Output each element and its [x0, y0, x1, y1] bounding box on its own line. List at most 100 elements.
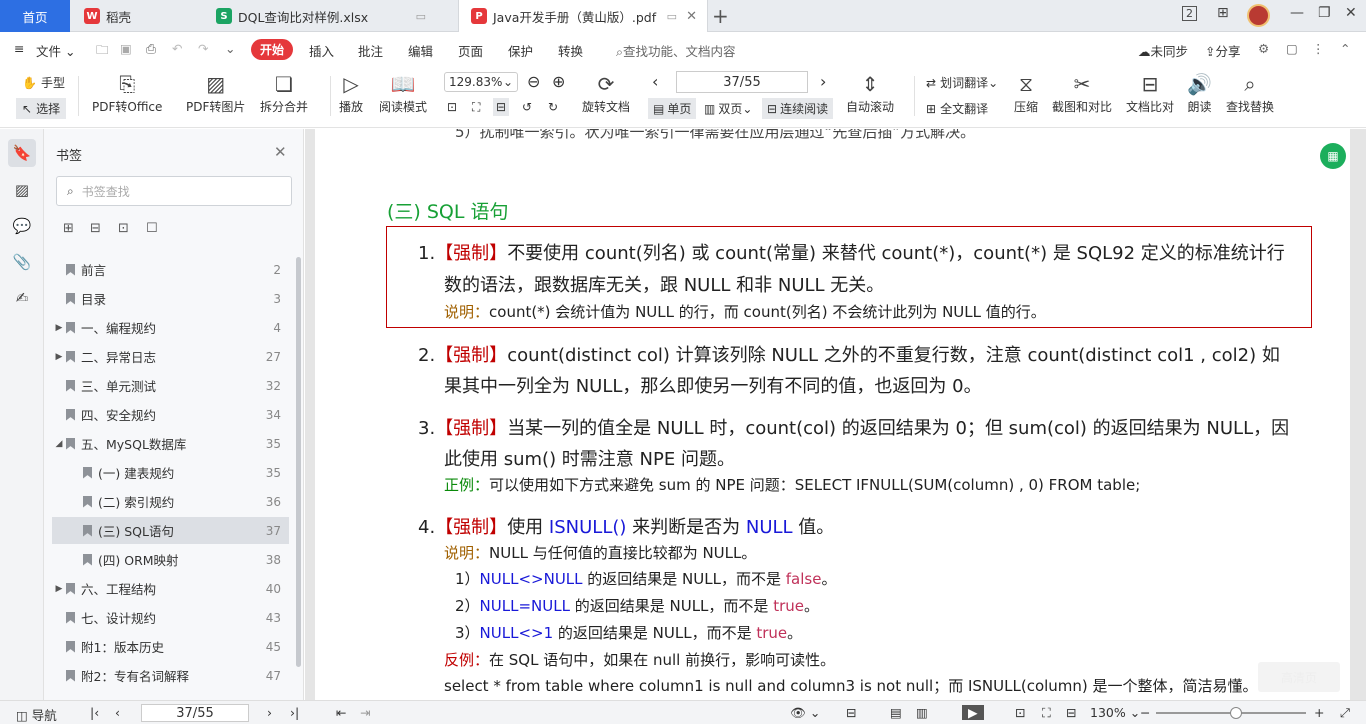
last-page-icon[interactable]: ›|: [290, 705, 299, 720]
forward-icon[interactable]: ⇥: [360, 705, 370, 720]
undo-icon[interactable]: ↶: [172, 41, 182, 56]
eye-protect-icon[interactable]: 👁 ⌄: [790, 705, 820, 721]
bookmark-add-icon[interactable]: ⊡: [118, 221, 129, 236]
bookmark-item[interactable]: ▶ 六、工程结构 40: [52, 575, 289, 602]
bookmark-item[interactable]: 前言 2: [52, 256, 289, 283]
capture-compare-button[interactable]: ✂ 截图和对比: [1052, 70, 1112, 115]
bookmark-item[interactable]: (一) 建表规约 35: [52, 459, 289, 486]
hamburger-icon[interactable]: ≡: [14, 41, 24, 56]
quick-access-dropdown-icon[interactable]: ⌄: [225, 41, 235, 56]
expand-arrow-icon[interactable]: ◢: [52, 439, 66, 449]
rotate-left-icon[interactable]: ↺: [522, 100, 532, 114]
read-aloud-button[interactable]: 🔊 朗读: [1187, 70, 1212, 115]
actual-size-status-icon[interactable]: ⊡: [1015, 705, 1025, 720]
more-icon[interactable]: ⋮: [1312, 41, 1325, 56]
menu-protect[interactable]: 保护: [508, 41, 533, 60]
close-tab-icon[interactable]: ✕: [686, 9, 697, 24]
thumbnail-panel-icon[interactable]: ▨: [8, 176, 36, 204]
status-page-input[interactable]: 37/55: [141, 704, 249, 722]
zoom-select[interactable]: 129.83% ⌄: [444, 72, 518, 92]
double-page-button[interactable]: ▥ 双页 ⌄: [704, 100, 752, 117]
start-tab[interactable]: 开始: [251, 39, 293, 60]
rotate-doc-button[interactable]: ⟳ 旋转文档: [582, 70, 630, 115]
first-page-icon[interactable]: |‹: [90, 705, 99, 720]
tab-home[interactable]: 首页: [0, 0, 70, 32]
zoom-out-status-icon[interactable]: −: [1140, 705, 1150, 720]
zoom-in-icon[interactable]: ⊕: [552, 72, 565, 91]
play-status-icon[interactable]: ▶: [962, 705, 984, 720]
doc-compare-button[interactable]: ⊟ 文档比对: [1126, 70, 1174, 115]
attachment-panel-icon[interactable]: 📎: [8, 248, 36, 276]
bookmark-item[interactable]: 附2：专有名词解释 47: [52, 662, 289, 689]
monitor-icon[interactable]: ▭: [416, 10, 426, 23]
rotate-right-icon[interactable]: ↻: [548, 100, 558, 114]
bookmark-item[interactable]: ▶ 一、编程规约 4: [52, 314, 289, 341]
redo-icon[interactable]: ↷: [198, 41, 208, 56]
grid-icon[interactable]: ⊞: [1217, 5, 1229, 21]
bookmark-item[interactable]: (四) ORM映射 38: [52, 546, 289, 573]
collapse-ribbon-icon[interactable]: ⌃: [1340, 41, 1350, 56]
single-page-button[interactable]: ▤ 单页: [648, 98, 697, 119]
menu-convert[interactable]: 转换: [558, 41, 583, 60]
single-status-icon[interactable]: ▤: [890, 705, 902, 720]
share-button[interactable]: ⇪分享: [1205, 41, 1241, 60]
monitor-icon[interactable]: ▭: [667, 10, 677, 23]
prev-page-icon[interactable]: ‹: [652, 72, 658, 91]
hand-tool[interactable]: ✋ 手型: [22, 74, 65, 91]
hd-page-button[interactable]: 高清页: [1258, 662, 1340, 692]
bookmark-scrollbar[interactable]: [296, 257, 301, 667]
file-menu[interactable]: 文件 ⌄: [36, 41, 75, 60]
page-input[interactable]: 37/55: [676, 71, 808, 93]
window-count-badge[interactable]: 2: [1182, 6, 1197, 21]
next-page-icon[interactable]: ›: [267, 705, 272, 720]
save-icon[interactable]: ▣: [120, 41, 132, 56]
nav-toggle[interactable]: ◫ 导航: [16, 705, 57, 724]
sync-status[interactable]: ☁未同步: [1138, 41, 1188, 60]
actual-size-icon[interactable]: ⊡: [447, 100, 457, 114]
comment-icon[interactable]: ▢: [1286, 41, 1298, 56]
split-merge-button[interactable]: ❏ 拆分合并: [260, 70, 308, 115]
avatar[interactable]: [1247, 4, 1270, 27]
bookmark-item[interactable]: (三) SQL语句 37: [52, 517, 289, 544]
fit-width-icon[interactable]: ⊟: [493, 98, 510, 116]
word-translate-button[interactable]: ⇄ 划词翻译 ⌄: [926, 74, 998, 91]
comment-panel-icon[interactable]: 💬: [8, 212, 36, 240]
bookmark-item[interactable]: 目录 3: [52, 285, 289, 312]
tab-pdf[interactable]: P Java开发手册（黄山版）.pdf ▭ ✕: [458, 0, 708, 32]
compress-button[interactable]: ⧖ 压缩: [1014, 70, 1038, 115]
zoom-status[interactable]: 130% ⌄: [1090, 705, 1140, 720]
restore-icon[interactable]: ❐: [1318, 5, 1331, 21]
remove-bookmark-icon[interactable]: ⊟: [90, 221, 101, 236]
auto-scroll-button[interactable]: ⇕ 自动滚动: [846, 70, 894, 115]
menu-edit[interactable]: 编辑: [408, 41, 433, 60]
fullscreen-icon[interactable]: ⤢: [1340, 705, 1350, 721]
full-translate-button[interactable]: ⊞ 全文翻译: [926, 100, 988, 117]
fit-width-status-icon[interactable]: ⊟: [1066, 705, 1076, 720]
bookmark-item[interactable]: 四、安全规约 34: [52, 401, 289, 428]
continuous-read-button[interactable]: ⊟ 连续阅读: [762, 98, 834, 119]
open-folder-icon[interactable]: 🗀: [96, 41, 109, 62]
add-bookmark-icon[interactable]: ⊞: [63, 221, 74, 236]
pdf-to-image-button[interactable]: ▨ PDF转图片: [186, 70, 245, 115]
signature-panel-icon[interactable]: ✍: [8, 284, 36, 312]
feature-search[interactable]: ⌕查找功能、文档内容: [616, 41, 736, 60]
fit-page-icon[interactable]: ⛶: [472, 100, 480, 115]
pdf-to-office-button[interactable]: ⎘ PDF转Office: [92, 70, 162, 115]
bookmark-search-input[interactable]: ⌕ 书签查找: [56, 176, 292, 206]
expand-arrow-icon[interactable]: ▶: [52, 323, 66, 333]
bookmark-item[interactable]: ◢ 五、MySQL数据库 35: [52, 430, 289, 457]
tab-xlsx[interactable]: S DQL查询比对样例.xlsx ▭: [204, 0, 456, 32]
expand-arrow-icon[interactable]: ▶: [52, 584, 66, 594]
close-window-icon[interactable]: ✕: [1345, 5, 1357, 21]
new-tab-icon[interactable]: +: [712, 4, 729, 28]
settings-icon[interactable]: ⚙: [1258, 41, 1269, 56]
prev-page-icon[interactable]: ‹: [115, 705, 120, 720]
close-icon[interactable]: ✕: [274, 143, 287, 161]
tab-draft[interactable]: W 稻壳: [72, 0, 202, 32]
minimize-icon[interactable]: —: [1290, 5, 1304, 21]
bookmark-item[interactable]: 七、设计规约 43: [52, 604, 289, 631]
bookmark-item[interactable]: 三、单元测试 32: [52, 372, 289, 399]
zoom-out-icon[interactable]: ⊖: [527, 72, 540, 91]
back-icon[interactable]: ⇤: [336, 705, 346, 720]
bookmark-item[interactable]: ▶ 二、异常日志 27: [52, 343, 289, 370]
